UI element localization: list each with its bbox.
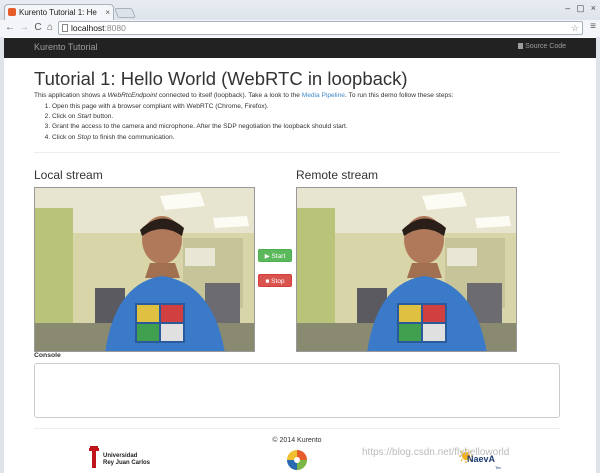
- back-arrow-icon[interactable]: ←: [3, 21, 17, 35]
- urjc-crest-icon: [89, 446, 99, 468]
- urjc-logo[interactable]: Universidad Rey Juan Carlos: [87, 446, 157, 472]
- step-emphasis: Start: [77, 113, 92, 121]
- step-item: Grant the access to the camera and micro…: [52, 122, 348, 132]
- kurento-logo[interactable]: [285, 449, 309, 471]
- new-tab-button[interactable]: [114, 8, 136, 18]
- bookmark-star-icon[interactable]: ☆: [571, 22, 579, 34]
- maximize-icon[interactable]: ▢: [576, 3, 585, 15]
- start-button[interactable]: ▶ Start: [258, 249, 292, 262]
- address-bar[interactable]: localhost:8080 ☆: [58, 21, 583, 35]
- step-text: Click on: [52, 113, 78, 121]
- stop-button[interactable]: ■ Stop: [258, 274, 292, 287]
- page-navbar: Kurento Tutorial Source Code: [4, 38, 596, 58]
- url-host: localhost: [71, 23, 105, 33]
- step-item: Click on Stop to finish the communicatio…: [52, 133, 348, 143]
- intro-part3: . To run this demo follow these steps:: [344, 92, 454, 99]
- media-pipeline-link[interactable]: Media Pipeline: [302, 92, 345, 99]
- source-code-link[interactable]: Source Code: [518, 43, 566, 50]
- step-text: button.: [91, 113, 114, 121]
- start-button-label: Start: [271, 253, 286, 260]
- window-border-left: [0, 37, 4, 473]
- remote-video[interactable]: [296, 187, 517, 352]
- url-port: :8080: [104, 23, 126, 33]
- step-text: Open this page with a browser compliant …: [52, 103, 269, 110]
- remote-stream-heading: Remote stream: [296, 168, 379, 182]
- naeva-sub-wordmark: Tec: [495, 465, 502, 470]
- home-icon[interactable]: ⌂: [43, 21, 57, 35]
- intro-part2: connected to itself (loopback). Take a l…: [157, 92, 302, 99]
- step-emphasis: Stop: [77, 133, 91, 141]
- stop-button-label: Stop: [271, 278, 285, 285]
- page-icon: [62, 24, 68, 32]
- intro-text: This application shows a WebRtcEndpoint …: [34, 92, 453, 99]
- step-item: Click on Start button.: [52, 112, 348, 122]
- steps-list: Open this page with a browser compliant …: [34, 102, 348, 143]
- window-controls: – ▢ ×: [565, 3, 596, 15]
- navbar-brand[interactable]: Kurento Tutorial: [34, 42, 98, 52]
- remote-video-frame: [297, 188, 516, 351]
- local-video[interactable]: [34, 187, 255, 352]
- step-text: Click on: [52, 133, 78, 141]
- source-code-label: Source Code: [525, 43, 566, 50]
- page-title: Tutorial 1: Hello World (WebRTC in loopb…: [34, 68, 408, 89]
- minimize-icon[interactable]: –: [565, 3, 570, 15]
- intro-emphasis: WebRtcEndpoint: [107, 92, 158, 99]
- copyright-text: © 2014 Kurento: [272, 437, 322, 444]
- kurento-logo-icon: [287, 450, 307, 470]
- tab-close-icon[interactable]: ×: [105, 5, 110, 20]
- console-label: Console: [34, 352, 61, 359]
- document-icon: [518, 43, 524, 49]
- step-text: Grant the access to the camera and micro…: [52, 123, 348, 131]
- blog-watermark: https://blog.csdn.net/flyhelloworld: [362, 447, 510, 458]
- navigation-bar: ← → C ⌂ localhost:8080 ☆ ≡: [0, 20, 600, 37]
- footer-divider: [34, 428, 560, 429]
- console-box[interactable]: [34, 363, 560, 418]
- close-window-icon[interactable]: ×: [591, 3, 596, 15]
- content-divider: [34, 152, 560, 153]
- browser-chrome: Kurento Tutorial 1: He × – ▢ × ← → C ⌂ l…: [0, 0, 600, 37]
- intro-part1: This application shows a: [34, 92, 108, 99]
- forward-arrow-icon[interactable]: →: [17, 21, 31, 35]
- step-text: to finish the communication.: [90, 133, 175, 141]
- browser-tab[interactable]: Kurento Tutorial 1: He ×: [4, 4, 114, 20]
- browser-menu-icon[interactable]: ≡: [590, 21, 596, 32]
- urjc-name-line1: Universidad: [103, 453, 138, 459]
- local-video-frame: [35, 188, 254, 351]
- play-icon: ▶: [264, 253, 272, 260]
- window-border-right: [596, 37, 600, 473]
- tab-title: Kurento Tutorial 1: He: [19, 8, 97, 17]
- local-stream-heading: Local stream: [34, 168, 103, 182]
- kurento-favicon-icon: [8, 8, 16, 16]
- step-item: Open this page with a browser compliant …: [52, 102, 348, 112]
- urjc-name-line2: Rey Juan Carlos: [103, 460, 151, 466]
